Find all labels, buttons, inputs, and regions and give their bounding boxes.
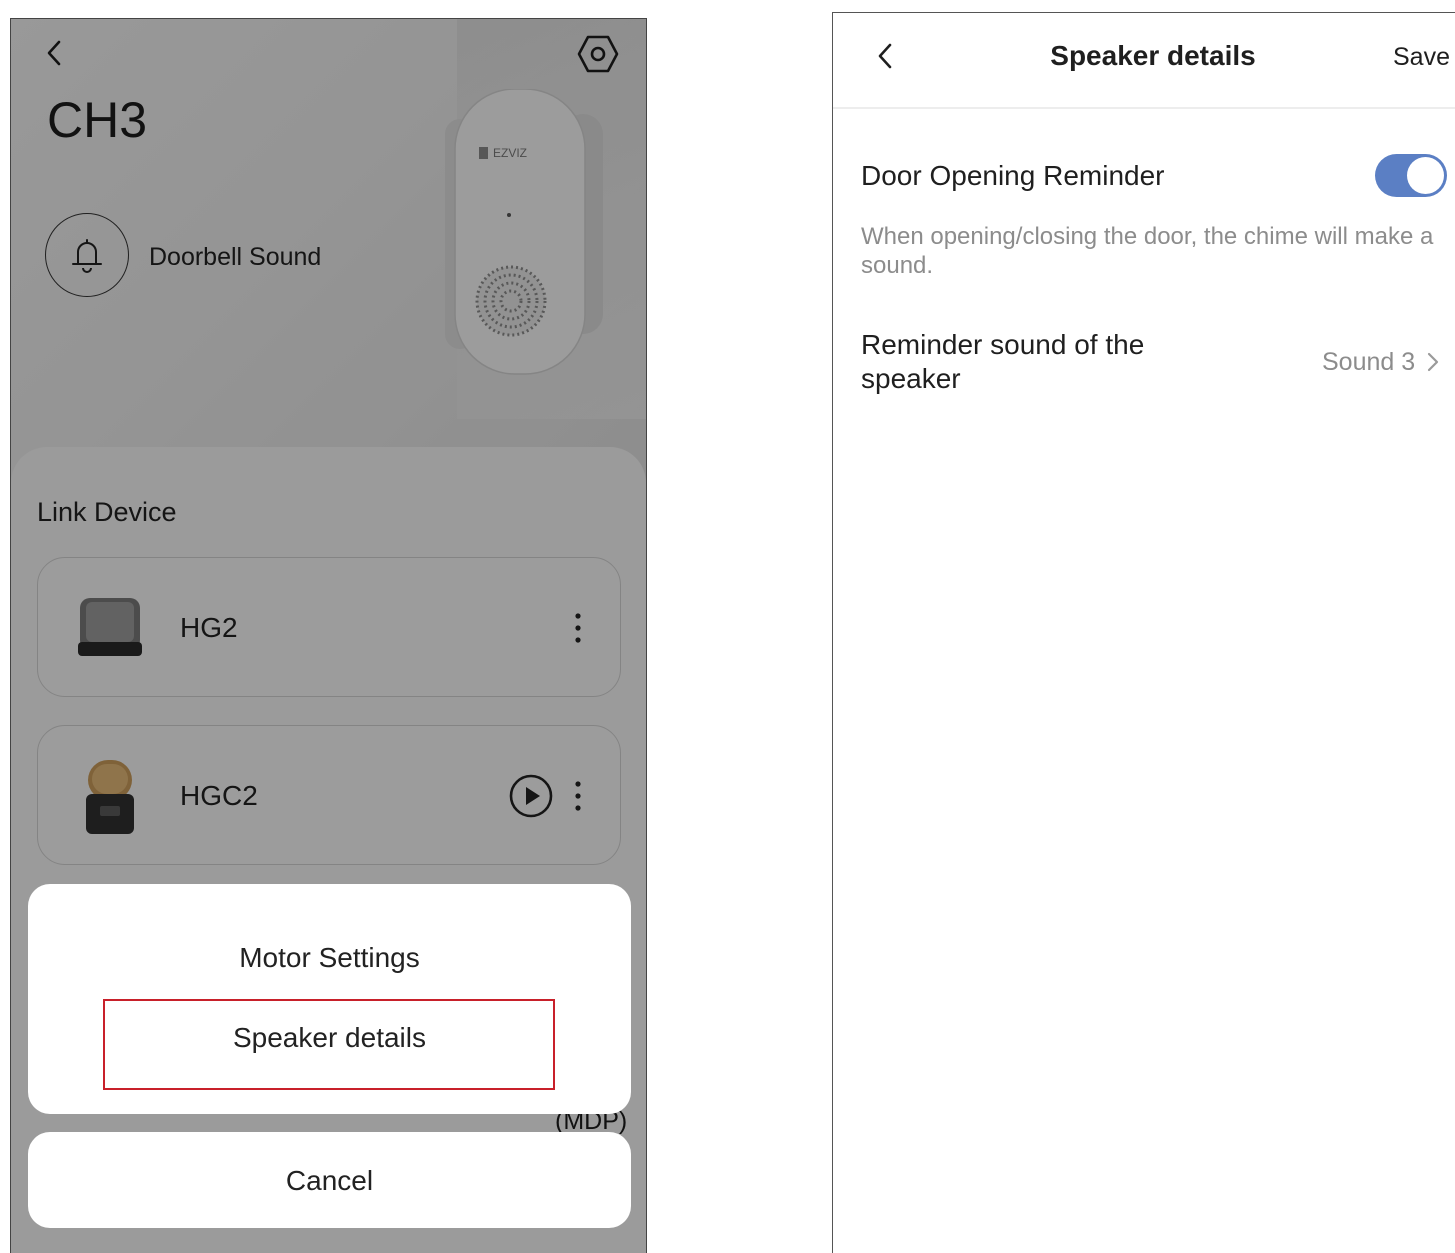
toggle-knob: [1407, 157, 1444, 194]
cancel-button[interactable]: Cancel: [28, 1165, 631, 1197]
cancel-sheet: Cancel: [28, 1132, 631, 1228]
reminder-sound-value[interactable]: Sound 3: [1322, 348, 1415, 377]
save-button[interactable]: Save: [1393, 43, 1450, 72]
motor-settings-option[interactable]: Motor Settings: [28, 942, 631, 974]
speaker-details-highlight: [103, 999, 555, 1090]
device-detail-screen: CH3 Doorbell Sound EZVIZ Link Device HG2…: [10, 18, 647, 1253]
reminder-description: When opening/closing the door, the chime…: [861, 223, 1434, 279]
page-title: Speaker details: [1050, 40, 1256, 71]
reminder-sound-label[interactable]: Reminder sound of the speaker: [861, 328, 1161, 396]
door-opening-reminder-toggle[interactable]: [1375, 154, 1447, 197]
door-opening-reminder-label: Door Opening Reminder: [861, 160, 1165, 191]
speaker-details-screen: Speaker details Save Door Opening Remind…: [832, 12, 1455, 1253]
chevron-right-icon[interactable]: [1426, 351, 1440, 373]
